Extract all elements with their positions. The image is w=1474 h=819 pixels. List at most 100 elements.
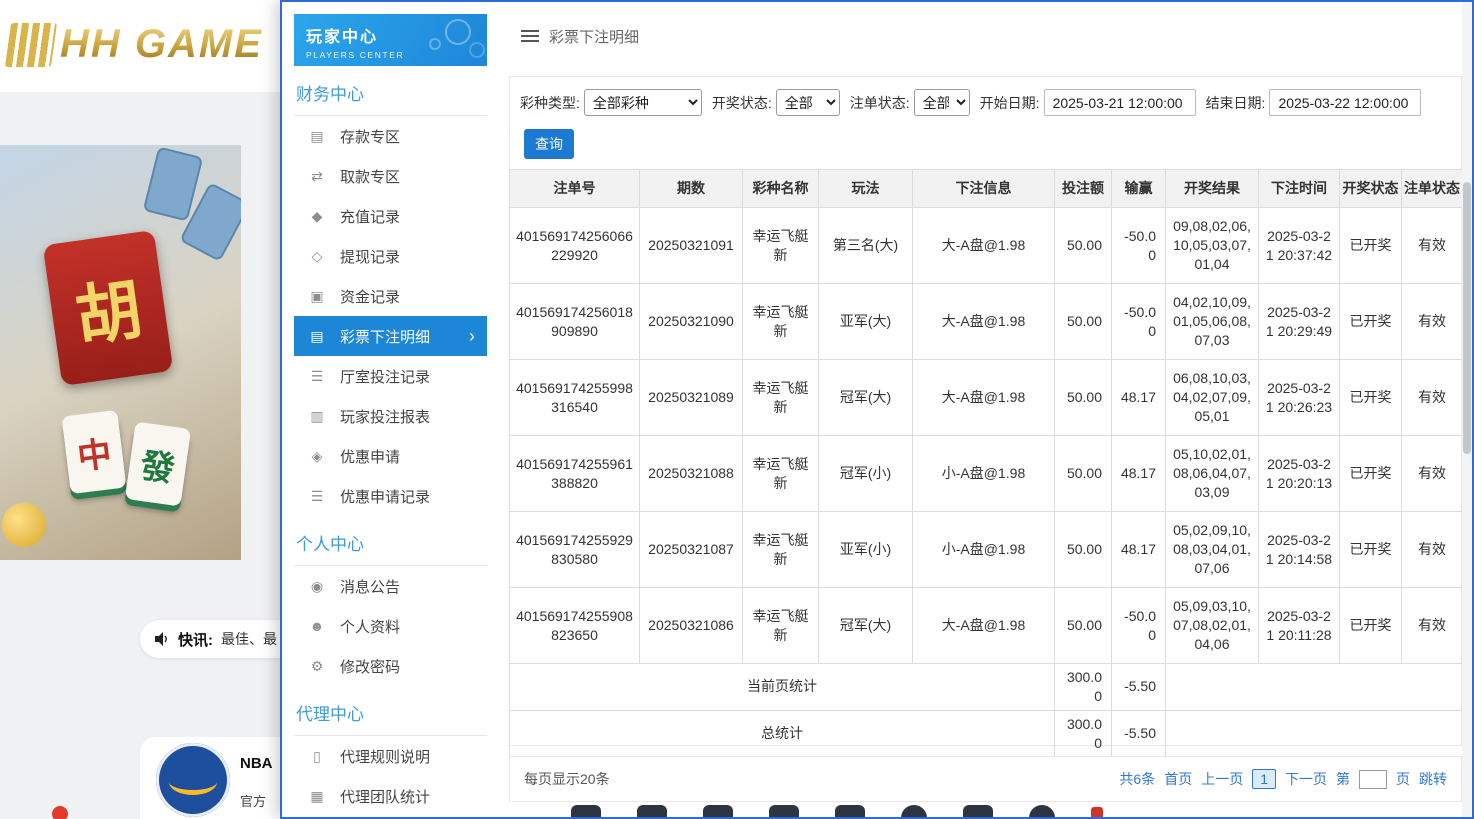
- vertical-scrollbar[interactable]: [1462, 2, 1472, 817]
- sidebar-item-room-bet-records[interactable]: ☰ 厅室投注记录: [294, 356, 487, 396]
- cell-lottery-name: 幸运飞艇新: [743, 360, 819, 436]
- prev-page-link[interactable]: 上一页: [1201, 769, 1243, 789]
- site-logo[interactable]: HH GAME: [8, 22, 263, 67]
- cell-play: 亚军(大): [819, 284, 913, 360]
- ticker-text: 最佳、最: [221, 629, 277, 649]
- bets-table: 注单号 期数 彩种名称 玩法 下注信息 投注额 输赢 开奖结果 下注时间 开奖状…: [509, 169, 1463, 758]
- sidebar-item-lottery-bet-details[interactable]: ▤ 彩票下注明细 ›: [294, 316, 487, 356]
- summary-label: 总统计: [510, 710, 1055, 757]
- zhong-tile: 中: [61, 410, 126, 494]
- hamburger-menu-icon[interactable]: [521, 27, 539, 45]
- promo-title: NBA: [240, 755, 273, 772]
- cell-issue: 20250321091: [640, 208, 743, 284]
- total-count-label: 共6条: [1119, 769, 1155, 789]
- sidebar-item-announcements[interactable]: ◉ 消息公告: [294, 566, 487, 606]
- sidebar-item-player-bet-report[interactable]: ▥ 玩家投注报表: [294, 396, 487, 436]
- sidebar-item-deposit[interactable]: ▤ 存款专区: [294, 116, 487, 156]
- footer-icon: [1091, 807, 1103, 817]
- cell-bet-time: 2025-03-21 20:11:28: [1259, 588, 1340, 664]
- cell-bet-status: 有效: [1402, 588, 1463, 664]
- sidebar-item-withdraw[interactable]: ⇄ 取款专区: [294, 156, 487, 196]
- sidebar-item-profile[interactable]: ☻ 个人资料: [294, 606, 487, 646]
- summary-win-loss: -5.50: [1112, 664, 1166, 711]
- col-header-lottery-name: 彩种名称: [743, 170, 819, 208]
- search-button[interactable]: 查询: [524, 129, 574, 159]
- sidebar-item-label: 消息公告: [340, 576, 400, 597]
- cell-bet-status: 有效: [1402, 360, 1463, 436]
- summary-win-loss: -5.50: [1112, 710, 1166, 757]
- jump-page-input[interactable]: [1359, 770, 1387, 789]
- sidebar-item-label: 提现记录: [340, 246, 400, 267]
- cell-draw-status: 已开奖: [1340, 512, 1402, 588]
- col-header-bet-amount: 投注额: [1055, 170, 1112, 208]
- sidebar-item-label: 资金记录: [340, 286, 400, 307]
- cell-play: 冠军(大): [819, 588, 913, 664]
- sidebar-item-change-password[interactable]: ⚙ 修改密码: [294, 646, 487, 686]
- cell-issue: 20250321089: [640, 360, 743, 436]
- draw-status-select[interactable]: 全部: [776, 89, 840, 116]
- cell-draw-result: 04,02,10,09,01,05,06,08,07,03: [1166, 284, 1259, 360]
- partial-footer-icons: [571, 805, 1171, 817]
- nba-promo-card: NBA 官方: [140, 737, 290, 819]
- scrollbar-thumb[interactable]: [1463, 182, 1471, 454]
- draw-status-label: 开奖状态:: [712, 93, 772, 113]
- room-records-icon: ☰: [308, 368, 326, 385]
- cell-bet-amount: 50.00: [1055, 208, 1112, 284]
- recharge-icon: ◆: [308, 208, 326, 225]
- sidebar-item-agent-team-stats[interactable]: ▦ 代理团队统计: [294, 776, 487, 816]
- ticker-label: 快讯:: [178, 629, 213, 650]
- document-icon: ▯: [308, 748, 326, 765]
- cell-bet-amount: 50.00: [1055, 512, 1112, 588]
- cell-draw-result: 06,08,10,03,04,02,07,09,05,01: [1166, 360, 1259, 436]
- sidebar-item-agent-rules[interactable]: ▯ 代理规则说明: [294, 736, 487, 776]
- mahjong-banner-image: 胡 中 發: [0, 145, 241, 560]
- cell-bet-time: 2025-03-21 20:14:58: [1259, 512, 1340, 588]
- cell-bet-amount: 50.00: [1055, 360, 1112, 436]
- sidebar-item-label: 代理团队统计: [340, 786, 430, 807]
- sidebar-item-promo-apply[interactable]: ◈ 优惠申请: [294, 436, 487, 476]
- summary-bet-total: 300.00: [1055, 710, 1112, 757]
- cell-bet-time: 2025-03-21 20:20:13: [1259, 436, 1340, 512]
- content-titlebar: 彩票下注明细: [509, 14, 639, 58]
- first-page-link[interactable]: 首页: [1164, 769, 1192, 789]
- cell-lottery-name: 幸运飞艇新: [743, 284, 819, 360]
- chevron-right-icon: ›: [469, 326, 475, 347]
- col-header-bet-id: 注单号: [510, 170, 640, 208]
- cell-win-loss: 48.17: [1112, 360, 1166, 436]
- current-page-summary-row: 当前页统计 300.00 -5.50: [510, 664, 1463, 711]
- cell-win-loss: -50.00: [1112, 588, 1166, 664]
- section-title: 个人中心: [294, 516, 487, 566]
- bubble-decor-icon: [445, 19, 471, 45]
- sidebar-item-fund-records[interactable]: ▣ 资金记录: [294, 276, 487, 316]
- start-date-input[interactable]: [1044, 89, 1196, 116]
- cell-bet-info: 大-A盘@1.98: [913, 360, 1055, 436]
- sidebar-item-label: 个人资料: [340, 616, 400, 637]
- summary-empty: [1166, 710, 1463, 757]
- table-row: 401569174256066229920 20250321091 幸运飞艇新 …: [510, 208, 1463, 284]
- table-row: 401569174255961388820 20250321088 幸运飞艇新 …: [510, 436, 1463, 512]
- next-page-link[interactable]: 下一页: [1285, 769, 1327, 789]
- cell-play: 第三名(大): [819, 208, 913, 284]
- bet-status-select[interactable]: 全部: [914, 89, 970, 116]
- cell-lottery-name: 幸运飞艇新: [743, 436, 819, 512]
- jump-button[interactable]: 跳转: [1419, 769, 1447, 789]
- sidebar-item-withdraw-records[interactable]: ◇ 提现记录: [294, 236, 487, 276]
- cell-issue: 20250321087: [640, 512, 743, 588]
- current-page-button[interactable]: 1: [1252, 769, 1276, 789]
- jump-suffix-label: 页: [1396, 769, 1410, 789]
- cell-bet-amount: 50.00: [1055, 436, 1112, 512]
- sidebar-item-promo-apply-records[interactable]: ☰ 优惠申请记录: [294, 476, 487, 516]
- hu-plaque: 胡: [43, 230, 174, 386]
- gold-coin: [2, 503, 46, 547]
- cell-bet-id: 401569174255961388820: [510, 436, 640, 512]
- profile-icon: ☻: [308, 618, 326, 634]
- cell-play: 冠军(大): [819, 360, 913, 436]
- cell-issue: 20250321086: [640, 588, 743, 664]
- col-header-bet-time: 下注时间: [1259, 170, 1340, 208]
- page: HH GAME 胡 中 發 快讯: 最佳、最 NBA 官方 玩家中心 PLAYE…: [0, 0, 1474, 819]
- cell-play: 亚军(小): [819, 512, 913, 588]
- cell-issue: 20250321090: [640, 284, 743, 360]
- lottery-type-select[interactable]: 全部彩种: [584, 89, 702, 116]
- end-date-input[interactable]: [1269, 89, 1421, 116]
- sidebar-item-recharge-records[interactable]: ◆ 充值记录: [294, 196, 487, 236]
